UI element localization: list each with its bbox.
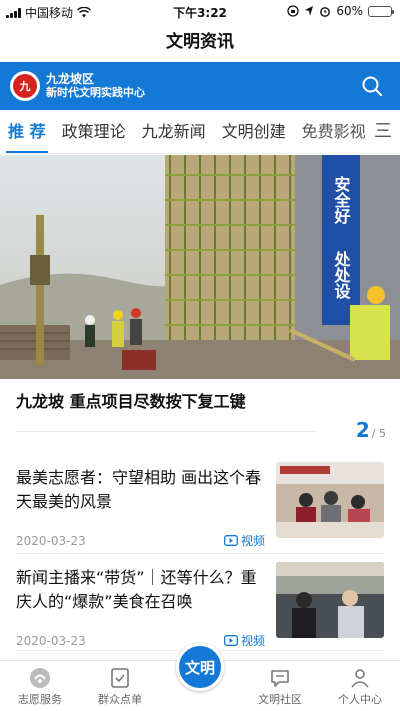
battery-icon <box>368 5 394 17</box>
construction-photo: 安全好 处处设 <box>0 155 400 379</box>
thumbnail-image <box>276 562 384 638</box>
battery-percent: 60% <box>336 4 363 18</box>
tab-label: 志愿服务 <box>18 693 62 706</box>
logo-mark: 九 <box>13 74 37 98</box>
tab-recommended[interactable]: 推 荐 <box>0 110 54 153</box>
tab-civilization-center[interactable]: 文明 <box>176 643 224 691</box>
carousel-divider <box>16 431 316 432</box>
video-tag: 视频 <box>224 632 265 649</box>
tab-civilization-creation[interactable]: 文明创建 <box>214 110 294 153</box>
news-date: 2020-03-23 <box>16 534 86 548</box>
news-title[interactable]: 新闻主播来“带货”｜还等什么？重庆人的“爆款”美食在召唤 <box>16 566 264 614</box>
news-item[interactable]: 最美志愿者：守望相助 画出这个春天最美的风景 2020-03-23 视频 <box>0 462 400 558</box>
hero-banner-text-1: 安全好 <box>332 175 352 225</box>
news-date: 2020-03-23 <box>16 634 86 648</box>
order-icon <box>111 668 129 688</box>
district-logo: 九 <box>10 71 40 101</box>
banner-line2: 新时代文明实践中心 <box>46 86 145 99</box>
tab-label: 个人中心 <box>338 693 382 706</box>
tab-policy-theory[interactable]: 政策理论 <box>54 110 134 153</box>
tab-mass-order[interactable]: 群众点单 <box>80 661 160 711</box>
video-icon <box>224 635 238 646</box>
tab-civilization-community[interactable]: 文明社区 <box>240 661 320 711</box>
tab-free-movies[interactable]: 免费影视 <box>294 110 374 153</box>
news-thumbnail[interactable] <box>276 562 384 638</box>
video-label: 视频 <box>241 534 266 548</box>
carousel-image[interactable]: 安全好 处处设 <box>0 155 400 379</box>
video-label: 视频 <box>241 634 266 648</box>
hero-banner-text-2: 处处设 <box>332 250 352 300</box>
search-icon[interactable] <box>360 74 384 98</box>
lock-rotation-icon <box>287 5 299 17</box>
news-title[interactable]: 最美志愿者：守望相助 画出这个春天最美的风景 <box>16 466 264 514</box>
person-icon <box>351 669 369 688</box>
video-tag: 视频 <box>224 532 265 549</box>
more-tabs-icon[interactable]: 三 <box>372 110 400 153</box>
list-divider <box>16 553 384 554</box>
page-title: 文明资讯 <box>166 32 234 52</box>
status-right: 60% <box>287 4 394 18</box>
tab-label: 群众点单 <box>98 693 142 706</box>
tab-jiulong-news[interactable]: 九龙新闻 <box>134 110 214 153</box>
status-bar: 中国移动 下午3:22 60% <box>0 0 400 22</box>
thumbnail-image <box>276 462 384 538</box>
banner-line1: 九龙坡区 <box>46 72 95 86</box>
carousel-title[interactable]: 九龙坡 重点项目尽数按下复工键 <box>16 388 246 412</box>
bottom-tab-bar: 志愿服务 群众点单 文明 文明社区 个人中心 <box>0 643 400 711</box>
tab-volunteer-service[interactable]: 志愿服务 <box>0 661 80 711</box>
header-banner: 九 九龙坡区 新时代文明实践中心 <box>0 62 400 110</box>
alarm-icon <box>320 7 331 17</box>
category-tabs: 推 荐 政策理论 九龙新闻 文明创建 免费影视 三 <box>0 110 400 154</box>
tab-label: 文明社区 <box>258 693 302 706</box>
banner-text: 九龙坡区 新时代文明实践中心 <box>46 72 145 100</box>
tab-personal-center[interactable]: 个人中心 <box>320 661 400 711</box>
video-icon <box>224 535 238 546</box>
chat-icon <box>271 670 289 687</box>
pager-total: / 5 <box>371 427 386 440</box>
news-thumbnail[interactable] <box>276 462 384 538</box>
location-icon <box>305 6 314 16</box>
volunteer-icon <box>30 668 50 688</box>
pager-current: 2 <box>355 418 370 442</box>
carousel-pager: 2/ 5 <box>356 418 386 442</box>
